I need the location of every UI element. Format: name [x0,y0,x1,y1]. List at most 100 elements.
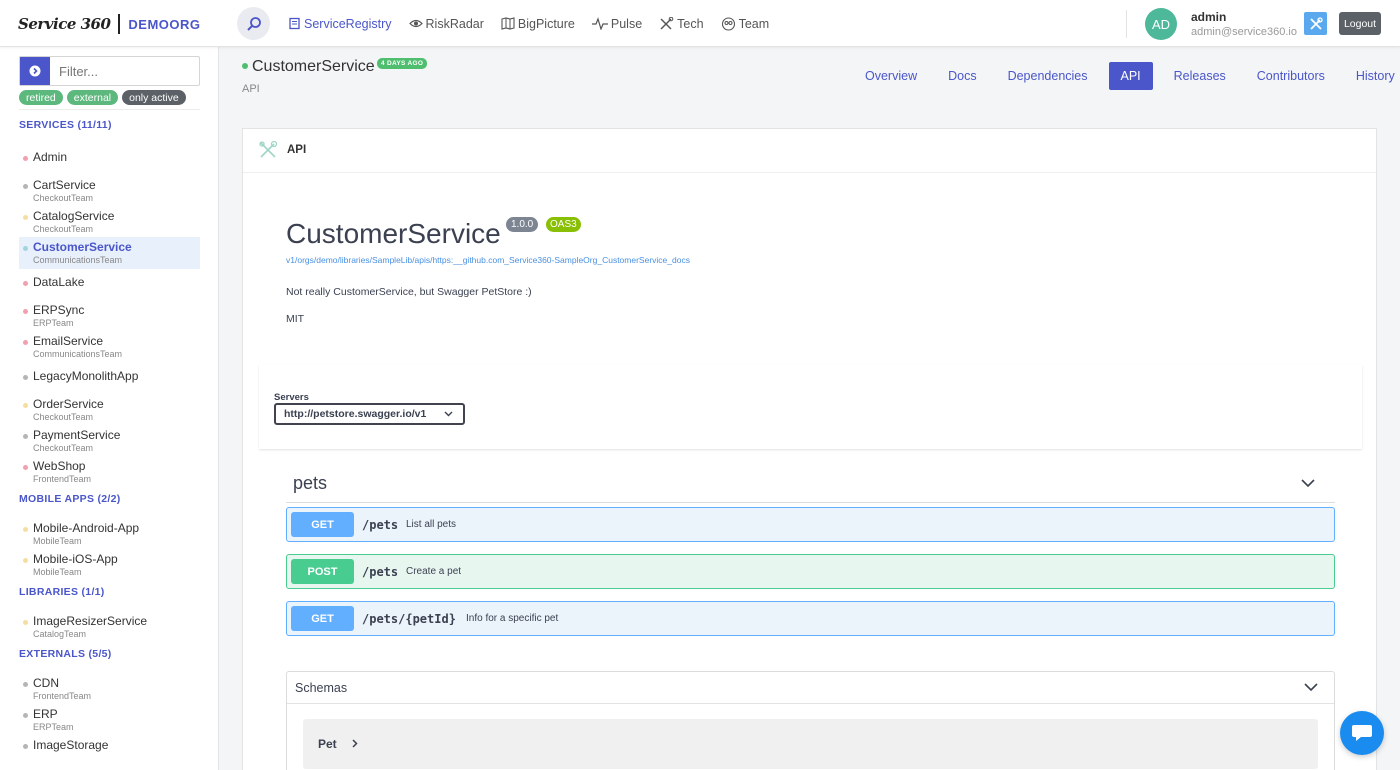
sidebar-item-team: FrontendTeam [33,691,92,701]
avatar[interactable]: AD [1145,8,1177,40]
status-dot [23,403,28,408]
sidebar-item-legacymonolithapp[interactable]: LegacyMonolithApp [19,369,200,384]
tab-docs[interactable]: Docs [938,62,986,90]
tag-title: pets [293,473,328,493]
chat-button[interactable] [1340,711,1384,755]
eye-icon [408,19,423,28]
sidebar-item-mobile-ios-app[interactable]: Mobile-iOS-App MobileTeam [19,552,200,578]
chat-icon [1352,725,1372,741]
sidebar-item-team: CheckoutTeam [33,443,94,453]
filter-chips: retired external only active [19,90,186,105]
logo-divider [118,14,121,34]
nav-pulse[interactable]: Pulse [591,0,642,47]
nav-risk-radar[interactable]: RiskRadar [408,0,484,47]
sidebar-item-datalake[interactable]: DataLake [19,275,200,290]
admin-tools-button[interactable] [1304,12,1327,35]
team-icon [721,16,735,31]
operation-get-pets[interactable]: GET /pets List all pets [286,507,1335,542]
sidebar-item-imagestorage[interactable]: ImageStorage [19,738,200,753]
sidebar-item-cdn[interactable]: CDN FrontendTeam [19,676,200,702]
main-nav: ServiceRegistry RiskRadar BigPicture Pul… [288,0,786,47]
pulse-icon [591,17,608,30]
servers-label: Servers [274,392,309,403]
registry-icon [289,17,300,30]
api-url-link[interactable]: v1/orgs/demo/libraries/SampleLib/apis/ht… [286,255,690,265]
sidebar-item-name: ERPSync [33,303,85,317]
section-title-services[interactable]: SERVICES (11/11) [19,119,112,131]
operation-summary: Create a pet [406,566,462,577]
sidebar-item-erp[interactable]: ERP ERPTeam [19,707,200,733]
logout-button[interactable]: Logout [1339,12,1381,35]
card-header: API [243,129,1376,173]
filter-toggle-button[interactable] [20,57,50,85]
servers-section: Servers http://petstore.swagger.io/v1 [259,365,1362,449]
sidebar-item-name: CDN [33,676,59,690]
api-tools-icon [259,140,278,158]
schemas-header[interactable]: Schemas [287,672,1334,704]
tab-releases[interactable]: Releases [1164,62,1236,90]
server-select[interactable]: http://petstore.swagger.io/v1 [274,403,465,425]
sidebar-item-name: LegacyMonolithApp [33,369,139,383]
sidebar-item-admin[interactable]: Admin [19,150,200,165]
sidebar-item-orderservice[interactable]: OrderService CheckoutTeam [19,397,200,423]
nav-label: BigPicture [517,16,575,31]
nav-service-registry[interactable]: ServiceRegistry [288,0,392,47]
tag-header-pets[interactable]: pets [286,465,1335,503]
sidebar-item-erpsync[interactable]: ERPSync ERPTeam [19,303,200,329]
age-badge: 4 DAYS AGO [377,58,428,69]
nav-label: RiskRadar [425,16,484,31]
sidebar-item-team: MobileTeam [33,567,82,577]
status-dot [242,63,248,69]
chip-external[interactable]: external [66,90,119,105]
sidebar-item-emailservice[interactable]: EmailService CommunicationsTeam [19,334,200,360]
chevron-down-icon [444,411,453,417]
search-button[interactable] [237,7,270,40]
chip-retired[interactable]: retired [19,90,63,105]
tab-contributors[interactable]: Contributors [1247,62,1335,90]
sidebar-item-name: Mobile-Android-App [33,521,140,535]
sidebar-item-name: CatalogService [33,209,115,223]
api-title: CustomerService [286,218,501,249]
section-title-libraries[interactable]: LIBRARIES (1/1) [19,586,105,598]
section-title-externals[interactable]: EXTERNALS (5/5) [19,648,112,660]
status-dot [23,527,28,532]
sidebar-item-team: ERPTeam [33,318,74,328]
operation-get-pet-by-id[interactable]: GET /pets/{petId} Info for a specific pe… [286,601,1335,636]
nav-label: ServiceRegistry [304,16,392,31]
sidebar-item-team: CheckoutTeam [33,224,94,234]
map-icon [501,17,515,30]
chip-only-active[interactable]: only active [122,90,186,105]
operation-post-pets[interactable]: POST /pets Create a pet [286,554,1335,589]
section-title-mobile[interactable]: MOBILE APPS (2/2) [19,493,121,505]
tab-overview[interactable]: Overview [855,62,927,90]
sidebar-item-paymentservice[interactable]: PaymentService CheckoutTeam [19,428,200,454]
tab-dependencies[interactable]: Dependencies [998,62,1098,90]
status-dot [23,375,28,380]
logo-text: Service 360 [18,15,111,33]
nav-team[interactable]: Team [721,0,769,47]
status-dot [23,156,28,161]
chevron-down-icon [1301,479,1315,488]
api-description: Not really CustomerService, but Swagger … [286,286,532,298]
sidebar-item-customerservice[interactable]: CustomerService CommunicationsTeam [19,237,200,269]
sidebar-item-name: EmailService [33,334,104,348]
operation-summary: List all pets [406,519,457,530]
sidebar-item-name: DataLake [33,275,85,289]
nav-tech[interactable]: Tech [659,0,704,47]
tab-api[interactable]: API [1108,62,1153,90]
sidebar-item-catalogservice[interactable]: CatalogService CheckoutTeam [19,209,200,235]
api-card: API CustomerService 1.0.0 OAS3 v1/orgs/d… [242,128,1377,770]
sidebar-item-mobile-android-app[interactable]: Mobile-Android-App MobileTeam [19,521,200,547]
tab-history[interactable]: History [1346,62,1400,90]
sidebar-item-webshop[interactable]: WebShop FrontendTeam [19,459,200,485]
status-dot [23,620,28,625]
nav-label: Tech [677,16,704,31]
sidebar-item-cartservice[interactable]: CartService CheckoutTeam [19,178,200,204]
logo[interactable]: Service 360 DEMOORG [18,13,201,35]
model-pet[interactable]: Pet [303,719,1318,769]
page-subtitle: API [242,83,260,95]
nav-big-picture[interactable]: BigPicture [501,0,575,47]
filter-input[interactable] [50,57,198,85]
sidebar-item-imageresizerservice[interactable]: ImageResizerService CatalogTeam [19,614,200,640]
filter-box [19,56,200,86]
